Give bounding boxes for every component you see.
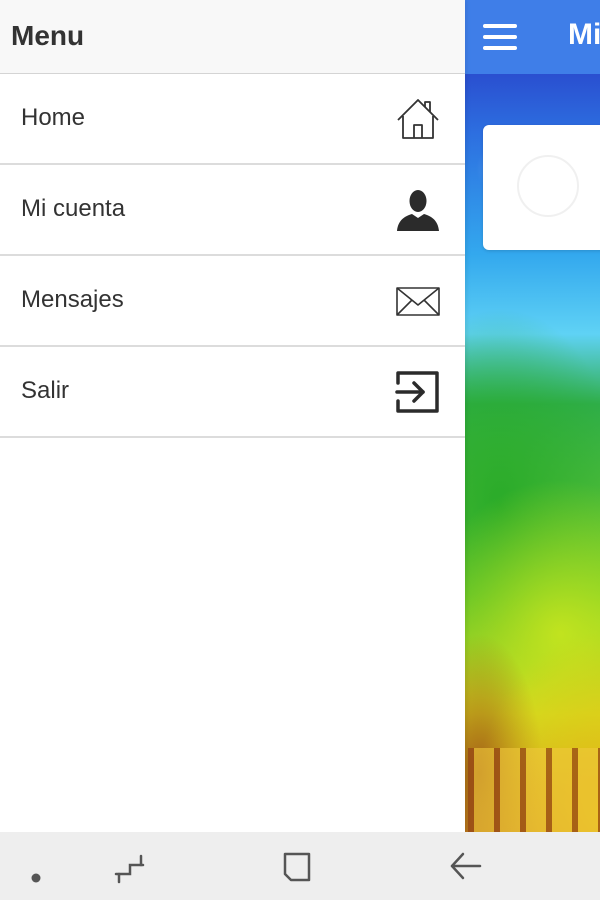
app-background-fence <box>468 748 600 832</box>
home-square-icon[interactable] <box>277 846 317 886</box>
navigation-drawer: Menu Home Mi cuenta Mensajes Salir <box>0 0 465 832</box>
back-arrow-icon[interactable] <box>446 846 486 886</box>
mail-icon <box>395 278 441 324</box>
menu-item-salir[interactable]: Salir <box>0 347 465 438</box>
logout-icon <box>395 369 441 415</box>
app-title: Mi <box>568 18 600 51</box>
drawer-title: Menu <box>11 20 85 51</box>
menu-item-label: Home <box>21 104 86 131</box>
menu-item-label: Mensajes <box>21 286 124 313</box>
menu-item-home[interactable]: Home <box>0 74 465 165</box>
menu-item-mi-cuenta[interactable]: Mi cuenta <box>0 165 465 256</box>
home-icon <box>395 96 441 142</box>
hamburger-menu-icon[interactable] <box>483 24 517 50</box>
menu-item-mensajes[interactable]: Mensajes <box>0 256 465 347</box>
menu-item-label: Mi cuenta <box>21 195 126 222</box>
menu-item-label: Salir <box>21 377 70 404</box>
dot-icon[interactable] <box>16 846 56 886</box>
recent-apps-icon[interactable] <box>110 846 150 886</box>
app-card-icon <box>517 155 579 217</box>
app-card[interactable] <box>483 125 600 250</box>
account-icon <box>395 187 441 233</box>
drawer-header: Menu <box>0 0 465 74</box>
system-navigation-bar <box>0 832 600 900</box>
menu-list: Home Mi cuenta Mensajes Salir <box>0 74 465 438</box>
